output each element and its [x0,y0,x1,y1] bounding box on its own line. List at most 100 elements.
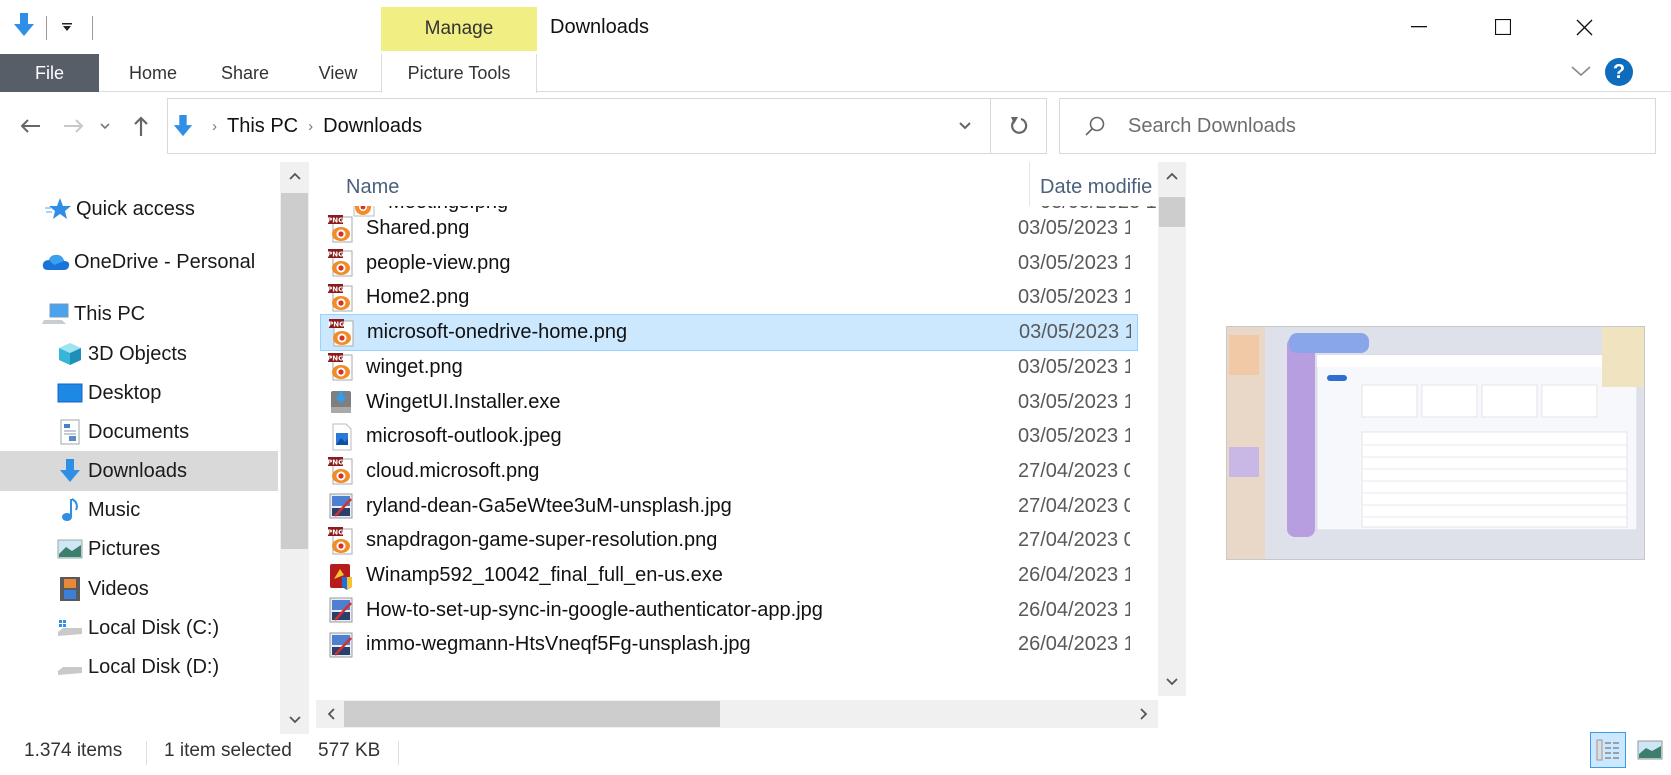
file-row[interactable]: How-to-set-up-sync-in-google-authenticat… [320,592,1138,629]
search-box[interactable] [1059,98,1656,154]
file-name: snapdragon-game-super-resolution.png [366,529,718,552]
file-name: cloud.microsoft.png [366,459,540,482]
minimize-button[interactable] [1389,10,1449,44]
scroll-right-arrow-icon[interactable] [1129,700,1158,728]
customize-quick-access-icon[interactable] [60,20,74,39]
file-name: Home2.png [366,286,470,309]
tab-view[interactable]: View [298,54,378,92]
png-file-icon: PNG [326,456,356,486]
svg-text:PNG: PNG [327,459,344,467]
star-icon [44,196,72,222]
jpg-file-icon [326,491,356,521]
downloads-arrow-icon[interactable] [12,12,36,43]
sidebar-item-desktop[interactable]: Desktop [0,373,278,413]
sidebar-item-pictures[interactable]: Pictures [0,529,278,569]
winamp-installer-icon [326,561,356,591]
video-film-icon [56,576,84,602]
separator [46,16,47,40]
file-row[interactable]: Winamp592_10042_final_full_en-us.exe 26/0… [320,557,1138,594]
sidebar-item-local-disk-d[interactable]: Local Disk (D:) [0,647,278,687]
svg-text:PNG: PNG [327,251,344,259]
file-row[interactable]: WingetUI.Installer.exe 03/05/2023 1 [320,384,1138,421]
sidebar-item-music[interactable]: Music [0,490,278,530]
help-icon[interactable]: ? [1605,58,1633,86]
file-row[interactable]: PNG snapdragon-game-super-resolution.png 2… [320,522,1138,559]
file-name: immo-wegmann-HtsVneqf5Fg-unsplash.jpg [366,633,751,656]
sidebar-item-videos[interactable]: Videos [0,569,278,609]
sidebar-item-quick-access[interactable]: Quick access [0,189,278,229]
address-history-dropdown[interactable] [940,98,990,154]
breadcrumb-chevron-icon: › [308,117,314,135]
file-row-selected[interactable]: PNG microsoft-onedrive-home.png 03/05/2023… [320,314,1138,352]
file-name: Shared.png [366,217,470,239]
up-button[interactable] [127,112,155,140]
navigation-pane-scroll-thumb[interactable] [281,193,308,549]
manage-tab[interactable]: Manage [381,7,537,51]
column-header-name[interactable]: Name [346,176,399,199]
window-title: Downloads [550,16,649,38]
search-input[interactable] [1128,114,1628,138]
details-view-button[interactable] [1590,732,1626,768]
refresh-button[interactable] [990,98,1047,154]
maximize-button[interactable] [1473,10,1533,44]
breadcrumb-downloads[interactable]: Downloads [323,115,422,138]
forward-button[interactable] [60,112,88,140]
scroll-down-arrow-icon[interactable] [280,706,309,734]
file-row[interactable]: PNG cloud.microsoft.png 27/04/2023 0 [320,453,1138,490]
file-row[interactable]: PNG Shared.png 03/05/2023 1 [320,210,1138,247]
breadcrumb-chevron-icon: › [212,117,217,135]
file-row[interactable]: ryland-dean-Ga5eWtee3uM-unsplash.jpg 27/0… [320,488,1138,525]
file-list-horizontal-scroll-thumb[interactable] [344,701,720,727]
column-divider[interactable] [1029,162,1030,206]
svg-text:PNG: PNG [327,285,344,293]
music-note-icon [56,497,84,523]
file-row[interactable]: PNG Home2.png 03/05/2023 1 [320,279,1138,316]
close-button[interactable] [1554,10,1614,44]
file-date-modified: 03/05/2023 1 [1018,390,1130,413]
tab-home[interactable]: Home [113,54,193,92]
sidebar-item-downloads[interactable]: Downloads [0,451,278,491]
file-row[interactable]: PNG people-view.png 03/05/2023 1 [320,245,1138,282]
large-icons-view-button[interactable] [1632,732,1668,768]
sidebar-item-documents[interactable]: Documents [0,412,278,452]
separator [146,741,147,765]
png-file-icon: PNG [326,526,356,556]
file-name: WingetUI.Installer.exe [366,390,561,413]
search-icon [1084,115,1106,137]
selection-count: 1 item selected [164,740,292,761]
recent-locations-dropdown[interactable] [95,112,115,140]
file-row[interactable]: immo-wegmann-HtsVneqf5Fg-unsplash.jpg 26/… [320,626,1138,663]
file-name: ryland-dean-Ga5eWtee3uM-unsplash.jpg [366,494,732,517]
expand-ribbon-chevron-icon[interactable] [1570,64,1592,83]
scroll-down-arrow-icon[interactable] [1158,668,1186,696]
back-button[interactable] [16,112,44,140]
svg-text:PNG: PNG [327,528,344,536]
tab-picture-tools[interactable]: Picture Tools [381,54,537,93]
file-date-modified: 03/05/2023 1 [1018,286,1130,309]
pictures-icon [56,536,84,562]
file-list-vertical-scroll-thumb[interactable] [1159,197,1185,227]
sidebar-item-this-pc[interactable]: This PC [0,294,278,334]
breadcrumb-this-pc[interactable]: This PC [227,115,298,138]
tab-share[interactable]: Share [205,54,285,92]
png-file-icon: PNG [326,352,356,382]
scroll-left-arrow-icon[interactable] [316,700,345,728]
scroll-up-arrow-icon[interactable] [280,162,309,190]
desktop-icon [56,380,84,406]
tab-file[interactable]: File [0,54,99,92]
png-file-icon: PNG [326,248,356,278]
file-date-modified: 03/05/2023 1 [1019,321,1131,344]
column-header-date-modified[interactable]: Date modifie [1040,176,1158,199]
drive-icon [56,654,84,680]
sidebar-item-local-disk-c[interactable]: Local Disk (C:) [0,608,278,648]
file-list-vertical-scrollbar[interactable] [1158,162,1186,696]
file-date-modified: 27/04/2023 0 [1018,494,1130,517]
png-file-icon: PNG [327,318,357,348]
windows-drive-icon [56,615,84,641]
sidebar-item-onedrive[interactable]: OneDrive - Personal [0,242,278,282]
file-date-modified: 27/04/2023 0 [1018,529,1130,552]
scroll-up-arrow-icon[interactable] [1158,162,1186,190]
file-row[interactable]: PNG winget.png 03/05/2023 1 [320,349,1138,386]
sidebar-item-3d-objects[interactable]: 3D Objects [0,334,278,374]
file-row[interactable]: microsoft-outlook.jpeg 03/05/2023 1 [320,418,1138,455]
